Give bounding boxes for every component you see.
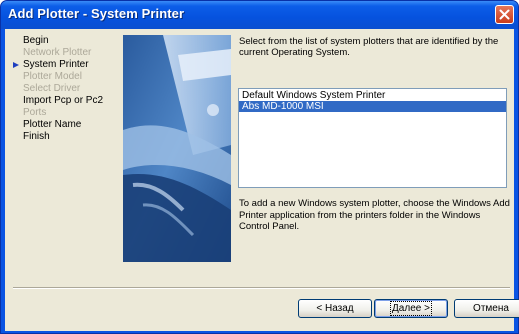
dialog-body: Begin Network Plotter System Printer Plo… bbox=[5, 29, 519, 331]
step-system-printer: System Printer bbox=[7, 59, 115, 71]
current-step-arrow-icon bbox=[13, 62, 19, 68]
step-import-pcp: Import Pcp or Pc2 bbox=[23, 95, 104, 106]
cancel-button[interactable]: Отмена bbox=[454, 299, 519, 318]
step-select-driver: Select Driver bbox=[23, 83, 81, 94]
dialog-window: Add Plotter - System Printer Begin Netwo… bbox=[0, 0, 519, 334]
step-plotter-model: Plotter Model bbox=[23, 71, 82, 82]
separator bbox=[13, 287, 510, 289]
close-button[interactable] bbox=[495, 5, 514, 24]
intro-text: Select from the list of system plotters … bbox=[239, 36, 499, 58]
step-finish: Finish bbox=[23, 131, 50, 142]
step-ports: Ports bbox=[23, 107, 47, 118]
back-button[interactable]: < Назад bbox=[298, 299, 372, 318]
printer-item-default[interactable]: Default Windows System Printer bbox=[239, 90, 506, 101]
title-bar[interactable]: Add Plotter - System Printer bbox=[1, 1, 518, 29]
close-icon bbox=[499, 9, 510, 20]
wizard-steps: Begin Network Plotter System Printer Plo… bbox=[7, 35, 115, 143]
step-network-plotter: Network Plotter bbox=[23, 47, 92, 58]
help-text: To add a new Windows system plotter, cho… bbox=[239, 198, 510, 232]
system-printer-list[interactable]: Default Windows System Printer Abs MD-10… bbox=[238, 88, 507, 188]
printer-item-selected[interactable]: Abs MD-1000 MSI bbox=[239, 101, 506, 112]
window-title: Add Plotter - System Printer bbox=[8, 6, 185, 21]
wizard-illustration bbox=[123, 35, 231, 262]
step-plotter-name: Plotter Name bbox=[23, 119, 82, 130]
step-begin: Begin bbox=[23, 35, 49, 46]
next-button[interactable]: Далее > bbox=[374, 299, 448, 318]
